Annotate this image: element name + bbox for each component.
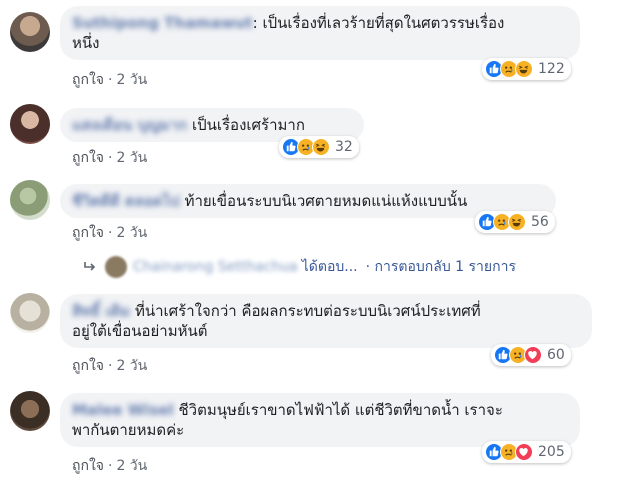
love-icon bbox=[515, 443, 533, 461]
avatar[interactable] bbox=[10, 12, 50, 52]
comment-bubble: Malee Wisel ชีวิตมนุษย์เราขาดไฟฟ้าได้ แต… bbox=[60, 393, 580, 447]
reaction-count: 205 bbox=[538, 444, 565, 460]
reaction-summary[interactable]: 205 bbox=[482, 441, 571, 463]
comment-text-cont: อยู่ใต้เขื่อนอย่ามหันต์ bbox=[72, 322, 208, 340]
reply-thread-link[interactable]: Chainarong Setthachua ได้ตอบ... · การตอบ… bbox=[83, 256, 516, 278]
timestamp[interactable]: 2 วัน bbox=[116, 358, 147, 374]
avatar[interactable] bbox=[10, 180, 50, 220]
reaction-count: 56 bbox=[531, 214, 549, 230]
avatar[interactable] bbox=[10, 391, 50, 431]
comment-text: ชีวิตมนุษย์เราขาดไฟฟ้าได้ แต่ชีวิตที่ขาด… bbox=[173, 401, 503, 419]
comment-bubble: สิทธิ์ เดิม ที่น่าเศร้าใจกว่า คือผลกระทบ… bbox=[60, 294, 592, 348]
comment-actions: ถูกใจ · 2 วัน bbox=[72, 458, 148, 474]
comment-author[interactable]: Suthipong Thamawut bbox=[72, 14, 253, 32]
like-link[interactable]: ถูกใจ bbox=[72, 458, 104, 474]
reaction-summary[interactable]: 56 bbox=[475, 211, 555, 233]
avatar[interactable] bbox=[10, 104, 50, 144]
haha-icon bbox=[508, 213, 526, 231]
reaction-count: 60 bbox=[547, 347, 565, 363]
comment-author[interactable]: ชีวิตดีดี ตลอดไป bbox=[72, 192, 180, 210]
like-link[interactable]: ถูกใจ bbox=[72, 72, 104, 88]
reaction-count: 32 bbox=[335, 139, 353, 155]
comment-actions: ถูกใจ · 2 วัน bbox=[72, 72, 148, 88]
timestamp[interactable]: 2 วัน bbox=[116, 72, 147, 88]
comment-actions: ถูกใจ · 2 วัน bbox=[72, 225, 148, 241]
like-link[interactable]: ถูกใจ bbox=[72, 225, 104, 241]
timestamp[interactable]: 2 วัน bbox=[116, 458, 147, 474]
comment-text-cont: หนึ่ง bbox=[72, 34, 100, 52]
haha-icon bbox=[515, 60, 533, 78]
timestamp[interactable]: 2 วัน bbox=[116, 150, 147, 166]
reply-arrow-icon bbox=[84, 262, 96, 271]
love-icon bbox=[524, 346, 542, 364]
reaction-count: 122 bbox=[538, 61, 565, 77]
comment-text-cont: พากันตายหมดค่ะ bbox=[72, 421, 185, 439]
like-link[interactable]: ถูกใจ bbox=[72, 150, 104, 166]
comment-author[interactable]: แสงเดือน บุญมาก bbox=[72, 116, 187, 134]
reply-count: · การตอบกลับ 1 รายการ bbox=[365, 259, 516, 275]
reaction-summary[interactable]: 122 bbox=[482, 58, 571, 80]
comment-actions: ถูกใจ · 2 วัน bbox=[72, 150, 148, 166]
comment-text: ท้ายเขื่อนระบบนิเวศตายหมดแน่แห้งแบบนั้น bbox=[179, 192, 468, 210]
comment-text: ที่น่าเศร้าใจกว่า คือผลกระทบต่อระบบนิเวศ… bbox=[130, 302, 481, 320]
reply-author: Chainarong Setthachua bbox=[133, 259, 298, 275]
comment-actions: ถูกใจ · 2 วัน bbox=[72, 358, 148, 374]
comment-bubble: Suthipong Thamawut: เป็นเรื่องที่เลวร้าย… bbox=[60, 6, 580, 60]
reaction-summary[interactable]: 60 bbox=[491, 344, 571, 366]
comment-text: เป็นเรื่องเศร้ามาก bbox=[187, 116, 305, 134]
reaction-summary[interactable]: 32 bbox=[279, 136, 359, 158]
reply-avatar bbox=[105, 256, 127, 278]
comment-author[interactable]: Malee Wisel bbox=[72, 401, 174, 419]
like-link[interactable]: ถูกใจ bbox=[72, 358, 104, 374]
timestamp[interactable]: 2 วัน bbox=[116, 225, 147, 241]
haha-icon bbox=[312, 138, 330, 156]
comment-author[interactable]: สิทธิ์ เดิม bbox=[72, 302, 130, 320]
avatar[interactable] bbox=[10, 293, 50, 333]
comment-text: : เป็นเรื่องที่เลวร้ายที่สุดในศตวรรษเรื่… bbox=[252, 14, 505, 32]
reply-action: ได้ตอบ... bbox=[301, 259, 358, 275]
